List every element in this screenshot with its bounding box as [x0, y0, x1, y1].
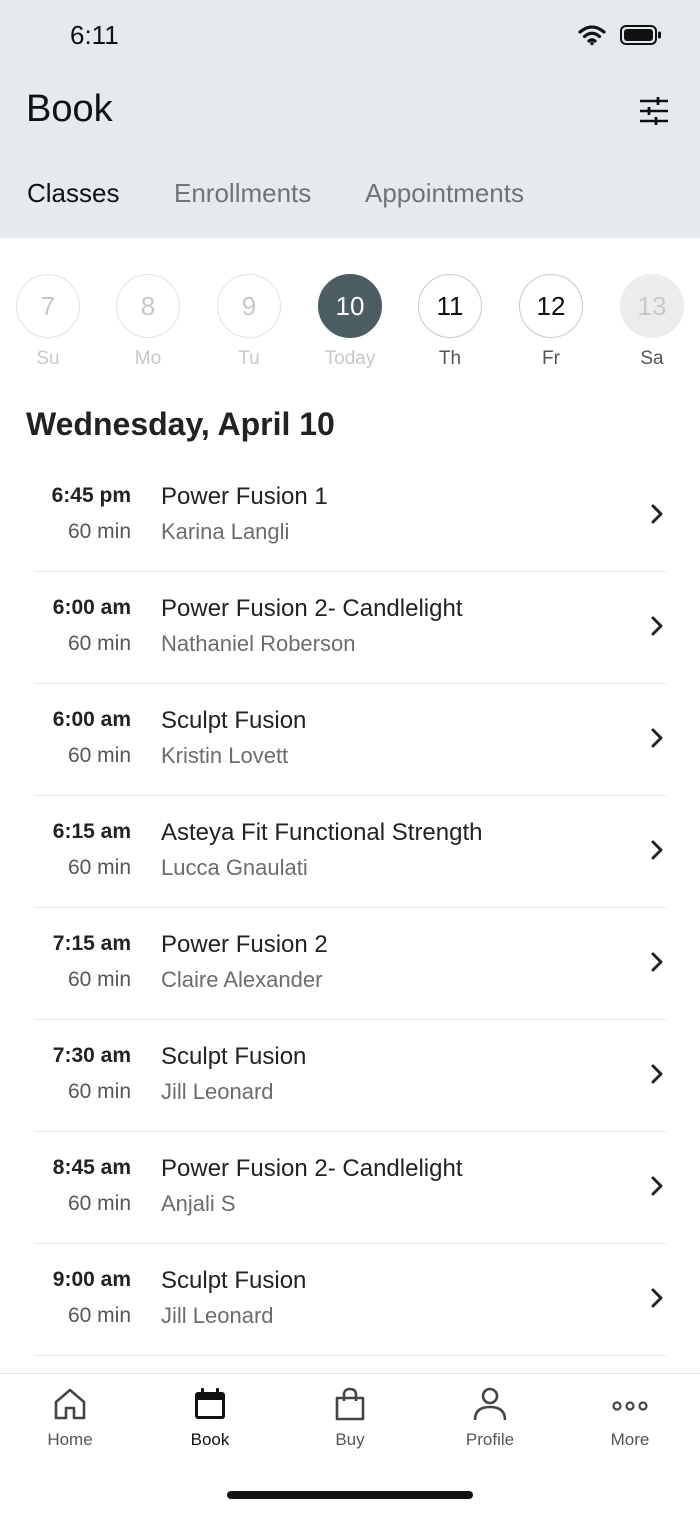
- tab-label: Profile: [465, 1430, 515, 1449]
- tab-enrollments[interactable]: Enrollments: [174, 178, 311, 209]
- page-title: Book: [26, 88, 113, 130]
- day-label: Tu: [238, 348, 260, 369]
- class-duration: 60 min: [67, 1304, 131, 1327]
- chevron-right-icon: [651, 1288, 663, 1308]
- home-indicator: [227, 1491, 473, 1499]
- chevron-right-icon: [651, 840, 663, 860]
- tab-label: Buy: [335, 1430, 365, 1449]
- class-row[interactable]: 6:45 pm 60 min Power Fusion 1 Karina Lan…: [34, 460, 666, 572]
- class-name: Sculpt Fusion: [161, 1267, 307, 1294]
- class-name: Power Fusion 2- Candlelight: [161, 1155, 463, 1182]
- class-duration: 60 min: [67, 1192, 131, 1215]
- person-icon: [473, 1387, 507, 1421]
- class-duration: 60 min: [67, 744, 131, 767]
- day-number: 10: [318, 274, 382, 338]
- more-dots-icon: [612, 1401, 648, 1411]
- tab-book[interactable]: Book: [160, 1386, 260, 1450]
- day-label: Th: [438, 348, 462, 369]
- class-time: 7:15 am: [52, 932, 131, 955]
- class-time: 6:00 am: [52, 596, 131, 619]
- chevron-right-icon: [651, 1176, 663, 1196]
- date-heading: Wednesday, April 10: [26, 406, 335, 442]
- day-11[interactable]: 11 Th: [417, 274, 483, 370]
- tab-classes[interactable]: Classes: [27, 178, 119, 209]
- day-12[interactable]: 12 Fr: [518, 274, 584, 370]
- class-duration: 60 min: [67, 968, 131, 991]
- tab-buy[interactable]: Buy: [300, 1386, 400, 1450]
- day-number: 8: [116, 274, 180, 338]
- class-row[interactable]: 7:15 am 60 min Power Fusion 2 Claire Ale…: [34, 908, 666, 1020]
- class-name: Power Fusion 2- Candlelight: [161, 595, 463, 622]
- class-row[interactable]: 9:00 am 60 min Sculpt Fusion Jill Leonar…: [34, 1244, 666, 1356]
- chevron-right-icon: [651, 1064, 663, 1084]
- filter-sliders-icon[interactable]: [638, 96, 670, 126]
- tab-appointments[interactable]: Appointments: [365, 178, 524, 209]
- class-row[interactable]: 6:00 am 60 min Sculpt Fusion Kristin Lov…: [34, 684, 666, 796]
- tab-label: Book: [190, 1430, 230, 1449]
- class-instructor: Anjali S: [161, 1191, 236, 1216]
- wifi-icon: [578, 25, 606, 46]
- class-row[interactable]: 6:00 am 60 min Power Fusion 2- Candlelig…: [34, 572, 666, 684]
- day-label: Fr: [542, 348, 560, 369]
- class-time: 7:30 am: [52, 1044, 131, 1067]
- tab-profile[interactable]: Profile: [440, 1386, 540, 1450]
- day-10-today[interactable]: 10 Today: [317, 274, 383, 370]
- day-number: 9: [217, 274, 281, 338]
- chevron-right-icon: [651, 952, 663, 972]
- class-time: 8:45 am: [52, 1156, 131, 1179]
- chevron-right-icon: [651, 728, 663, 748]
- class-instructor: Kristin Lovett: [161, 743, 289, 768]
- class-instructor: Jill Leonard: [161, 1079, 274, 1104]
- class-list: 6:45 pm 60 min Power Fusion 1 Karina Lan…: [34, 460, 666, 1356]
- class-time: 6:15 am: [52, 820, 131, 843]
- class-instructor: Lucca Gnaulati: [161, 855, 308, 880]
- day-number: 7: [16, 274, 80, 338]
- header: 6:11 Book Classes Enrollments Appointmen…: [0, 0, 700, 238]
- class-name: Asteya Fit Functional Strength: [161, 819, 483, 846]
- status-time: 6:11: [70, 20, 119, 50]
- class-instructor: Claire Alexander: [161, 967, 323, 992]
- tab-label: Home: [47, 1430, 93, 1449]
- class-instructor: Jill Leonard: [161, 1303, 274, 1328]
- class-name: Sculpt Fusion: [161, 707, 307, 734]
- class-instructor: Nathaniel Roberson: [161, 631, 356, 656]
- day-number: 13: [620, 274, 684, 338]
- tab-home[interactable]: Home: [20, 1386, 120, 1450]
- class-name: Sculpt Fusion: [161, 1043, 307, 1070]
- day-13[interactable]: 13 Sa: [619, 274, 685, 370]
- day-label: Su: [36, 348, 60, 369]
- day-label: Sa: [640, 348, 664, 369]
- class-row[interactable]: 8:45 am 60 min Power Fusion 2- Candlelig…: [34, 1132, 666, 1244]
- day-label: Mo: [134, 348, 162, 369]
- status-icons: [578, 24, 662, 46]
- class-name: Power Fusion 2: [161, 931, 328, 958]
- class-duration: 60 min: [67, 856, 131, 879]
- class-instructor: Karina Langli: [161, 519, 290, 544]
- class-time: 6:00 am: [52, 708, 131, 731]
- class-duration: 60 min: [67, 632, 131, 655]
- day-number: 12: [519, 274, 583, 338]
- class-name: Power Fusion 1: [161, 483, 328, 510]
- battery-icon: [620, 25, 661, 45]
- class-duration: 60 min: [67, 520, 131, 543]
- day-number: 11: [418, 274, 482, 338]
- tab-label: More: [610, 1430, 650, 1449]
- shopping-bag-icon: [335, 1387, 365, 1421]
- class-row[interactable]: 7:30 am 60 min Sculpt Fusion Jill Leonar…: [34, 1020, 666, 1132]
- day-8[interactable]: 8 Mo: [115, 274, 181, 370]
- tab-bar-top: Classes Enrollments Appointments: [0, 178, 700, 218]
- class-time: 6:45 pm: [51, 484, 131, 507]
- day-picker: 7 Su 8 Mo 9 Tu 10 Today 11 Th 12 Fr 13 S…: [0, 274, 700, 374]
- class-time: 9:00 am: [52, 1268, 131, 1291]
- class-row[interactable]: 6:15 am 60 min Asteya Fit Functional Str…: [34, 796, 666, 908]
- chevron-right-icon: [651, 616, 663, 636]
- chevron-right-icon: [651, 504, 663, 524]
- class-duration: 60 min: [67, 1080, 131, 1103]
- day-9[interactable]: 9 Tu: [216, 274, 282, 370]
- home-icon: [54, 1388, 86, 1420]
- tab-more[interactable]: More: [580, 1386, 680, 1450]
- calendar-icon: [195, 1388, 225, 1419]
- day-7[interactable]: 7 Su: [15, 274, 81, 370]
- day-label: Today: [324, 348, 376, 369]
